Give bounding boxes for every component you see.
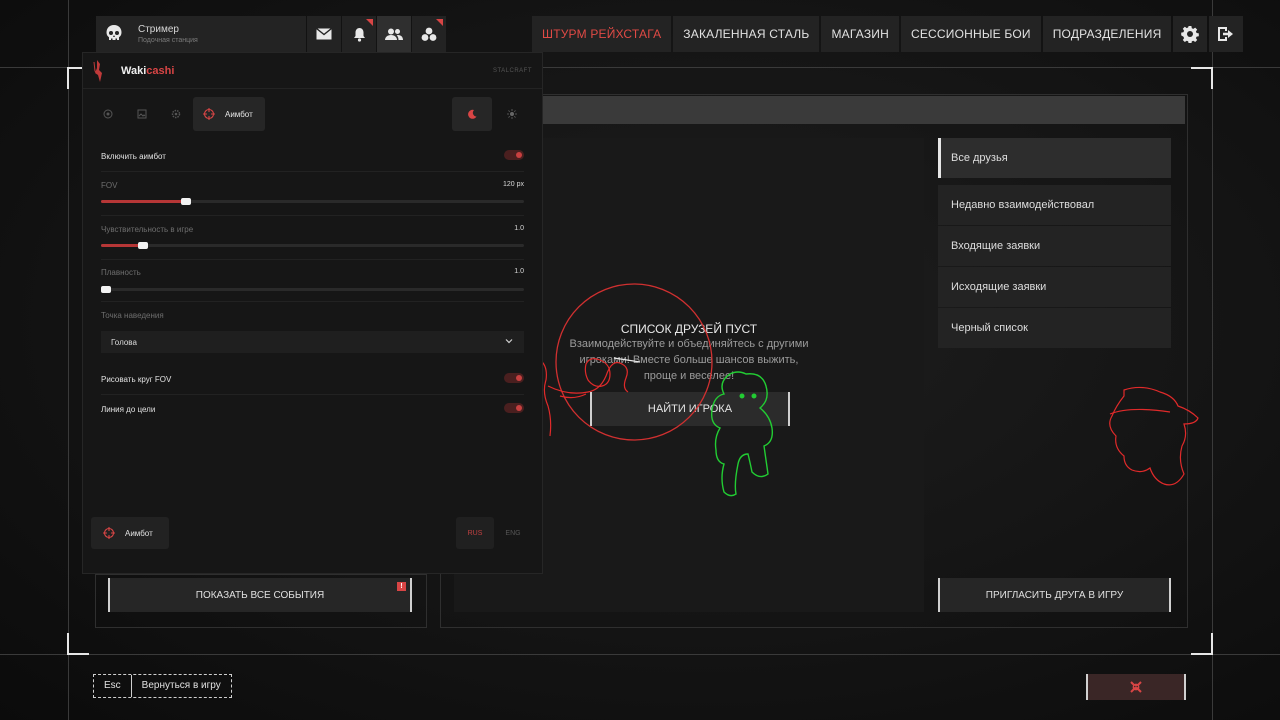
fov-slider-knob[interactable] <box>180 198 191 205</box>
tab-aimbot-label: Аимбот <box>225 109 253 119</box>
brand-logo-icon <box>93 59 102 82</box>
line-to-target-toggle[interactable] <box>504 403 524 413</box>
eye-target-icon <box>103 109 113 119</box>
smoothness-slider[interactable] <box>101 286 524 293</box>
brand-name: Wakicashi <box>121 64 175 77</box>
theme-switch <box>452 97 532 131</box>
tab-settings[interactable] <box>159 97 193 131</box>
divider <box>101 171 524 172</box>
overlay-aimbot-label: Аимбот <box>125 528 153 538</box>
light-theme-button[interactable] <box>492 97 532 131</box>
chevron-down-icon <box>505 339 513 344</box>
fov-label: FOV <box>101 181 118 190</box>
lang-rus-button[interactable]: RUS <box>456 517 494 549</box>
fov-slider[interactable] <box>101 198 524 205</box>
lang-eng-button[interactable]: ENG <box>494 517 532 549</box>
sensitivity-value: 1.0 <box>514 225 524 232</box>
brand-game-label: STALCRAFT <box>492 68 532 74</box>
aim-line-icon <box>613 357 641 363</box>
tab-visuals[interactable] <box>91 97 125 131</box>
friend-outline <box>710 371 774 497</box>
crosshair-icon <box>203 108 215 120</box>
divider <box>101 215 524 216</box>
smoothness-value: 1.0 <box>514 268 524 275</box>
fov-slider-fill <box>101 200 186 203</box>
moon-icon <box>468 109 477 119</box>
dark-theme-button[interactable] <box>452 97 492 131</box>
skull-crossbones-icon <box>1130 681 1142 693</box>
option-aim-point: Точка наведения <box>101 311 524 320</box>
option-sensitivity: Чувствительность в игре 1.0 <box>101 225 524 249</box>
sensitivity-slider-knob[interactable] <box>138 242 149 249</box>
aim-point-value: Голова <box>111 337 137 347</box>
language-switch: RUS ENG <box>456 517 532 549</box>
image-icon <box>137 109 147 119</box>
smoothness-slider-knob[interactable] <box>101 286 111 293</box>
divider <box>101 394 524 395</box>
overlay-tabs: Аимбот <box>91 97 265 131</box>
option-line-to-target: Линия до цели <box>101 403 524 414</box>
option-draw-fov: Рисовать круг FOV <box>101 373 524 384</box>
option-smoothness: Плавность 1.0 <box>101 268 524 293</box>
draw-fov-toggle[interactable] <box>504 373 524 383</box>
option-fov: FOV 120 px <box>101 181 524 205</box>
sensitivity-slider[interactable] <box>101 242 524 249</box>
line-to-target-label: Линия до цели <box>101 405 156 414</box>
option-enable-aimbot: Включить аимбот <box>101 150 524 161</box>
aim-point-select[interactable]: Голова <box>101 331 524 353</box>
enemy-outline-left <box>539 358 629 437</box>
gear-small-icon <box>171 109 181 119</box>
sensitivity-slider-fill <box>101 244 144 247</box>
quit-game-button[interactable] <box>1086 674 1186 700</box>
draw-fov-label: Рисовать круг FOV <box>101 375 172 384</box>
fov-circle <box>555 283 713 441</box>
aim-point-label: Точка наведения <box>101 311 164 320</box>
tab-aimbot[interactable]: Аимбот <box>193 97 265 131</box>
smoothness-label: Плавность <box>101 268 141 277</box>
sun-icon <box>507 109 517 119</box>
enable-aimbot-toggle[interactable] <box>504 150 524 160</box>
return-to-game-label: Вернуться в игру <box>141 680 221 691</box>
sensitivity-label: Чувствительность в игре <box>101 225 194 234</box>
enemy-outline-right <box>1109 386 1199 486</box>
cheat-menu-overlay: Wakicashi STALCRAFT Аимбот Включить аимб… <box>82 52 543 574</box>
overlay-aimbot-button[interactable]: Аимбот <box>91 517 169 549</box>
overlay-header: Wakicashi STALCRAFT <box>83 53 542 89</box>
fov-value: 120 px <box>502 181 524 188</box>
tab-misc[interactable] <box>125 97 159 131</box>
crosshair-icon <box>103 527 115 539</box>
divider <box>101 301 524 302</box>
divider <box>101 259 524 260</box>
return-to-game-button[interactable]: Esc Вернуться в игру <box>93 674 232 698</box>
enable-aimbot-label: Включить аимбот <box>101 152 166 161</box>
esc-key: Esc <box>104 680 121 691</box>
